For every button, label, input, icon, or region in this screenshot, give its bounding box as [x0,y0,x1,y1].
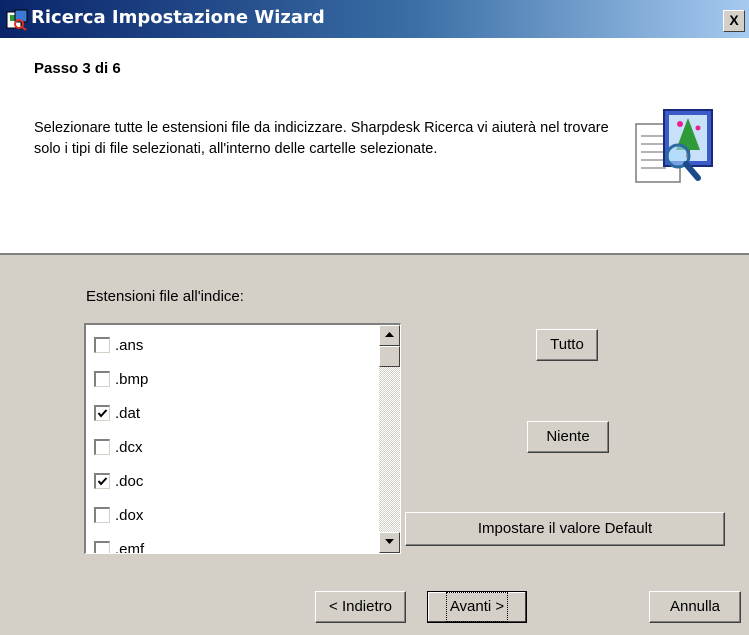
check-mark-icon [97,477,108,486]
extensions-list: .ans .bmp .dat .dcx .doc .dox .emf [94,328,148,554]
checkbox[interactable] [94,541,110,553]
extension-name: .emf [115,540,145,554]
scroll-down-button[interactable] [379,532,400,553]
next-button-label: Avanti > [445,592,509,622]
arrow-up-icon [385,332,394,337]
list-item[interactable]: .emf [94,532,148,554]
scroll-up-button[interactable] [379,325,400,346]
list-item[interactable]: .bmp [94,362,148,396]
checkbox[interactable] [94,507,110,523]
list-item[interactable]: .ans [94,328,148,362]
extension-name: .dcx [115,438,143,456]
extension-name: .bmp [115,370,149,388]
checkbox[interactable] [94,371,110,387]
checkbox[interactable] [94,473,110,489]
checkbox[interactable] [94,405,110,421]
list-item[interactable]: .dat [94,396,148,430]
cancel-button[interactable]: Annulla [649,591,741,623]
extension-name: .dox [115,506,144,524]
wizard-app-icon [6,9,28,31]
title-bar[interactable]: Ricerca Impostazione Wizard X [0,0,749,38]
check-mark-icon [97,409,108,418]
select-all-button[interactable]: Tutto [536,329,598,361]
wizard-header: Passo 3 di 6 Selezionare tutte le estens… [0,38,749,255]
back-button[interactable]: < Indietro [315,591,406,623]
arrow-down-icon [385,539,394,544]
list-item[interactable]: .dcx [94,430,148,464]
close-button[interactable]: X [723,10,745,32]
vertical-scrollbar[interactable] [379,325,400,553]
list-item[interactable]: .doc [94,464,148,498]
extension-name: .dat [115,404,141,422]
step-indicator: Passo 3 di 6 [34,60,121,77]
select-none-button[interactable]: Niente [527,421,609,453]
set-default-button[interactable]: Impostare il valore Default [405,512,725,546]
checkbox[interactable] [94,337,110,353]
list-item[interactable]: .dox [94,498,148,532]
document-search-icon [626,108,718,194]
step-description: Selezionare tutte le estensioni file da … [34,120,609,157]
checkbox[interactable] [94,439,110,455]
extension-name: .doc [115,472,144,490]
window-title: Ricerca Impostazione Wizard [31,7,325,28]
extensions-label: Estensioni file all'indice: [86,288,244,305]
extension-name: .ans [115,336,144,354]
scrollbar-thumb[interactable] [379,346,400,367]
next-button[interactable]: Avanti > [427,591,527,623]
extensions-listbox[interactable]: .ans .bmp .dat .dcx .doc .dox .emf [84,323,401,554]
